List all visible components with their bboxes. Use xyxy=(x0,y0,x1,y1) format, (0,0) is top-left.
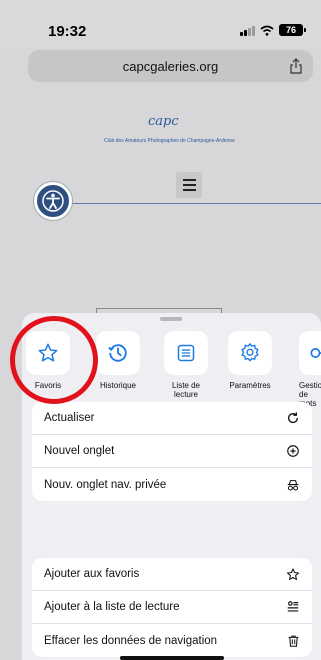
incognito-icon xyxy=(287,479,299,491)
menu-item-nouv-onglet-prive[interactable]: Nouv. onglet nav. privée xyxy=(32,468,312,501)
menu-item-label: Ajouter aux favoris xyxy=(44,568,140,580)
club-name: Club des Amateurs Photographes de Champa… xyxy=(104,138,235,144)
quick-action-label: Historique xyxy=(99,381,136,390)
menu-group-page-actions: Actualiser Nouvel onglet Nouv. onglet na… xyxy=(32,402,312,501)
share-icon[interactable] xyxy=(289,58,303,74)
menu-item-actualiser[interactable]: Actualiser xyxy=(32,402,312,435)
battery-indicator: 76 xyxy=(279,24,306,36)
highlight-circle-annotation xyxy=(10,316,98,404)
clock-icon xyxy=(108,344,127,362)
quick-action-parametres[interactable]: Paramètres xyxy=(220,331,280,390)
header-divider xyxy=(40,203,321,204)
quick-action-gestion-de-mots[interactable]: Gestion de mots xyxy=(283,331,321,408)
menu-item-ajouter-liste-lecture[interactable]: Ajouter à la liste de lecture xyxy=(32,591,312,624)
menu-item-nouvel-onglet[interactable]: Nouvel onglet xyxy=(32,435,312,468)
quick-action-label: Liste de lecture xyxy=(171,381,201,399)
menu-item-label: Nouvel onglet xyxy=(44,445,115,457)
site-logo: capc xyxy=(148,114,179,129)
url-text: capcgaleries.org xyxy=(122,58,219,74)
list-icon xyxy=(177,344,195,362)
status-icons: 76 xyxy=(240,24,306,36)
reading-list-icon xyxy=(287,601,299,612)
menu-item-label: Ajouter à la liste de lecture xyxy=(44,601,180,613)
plus-circle-icon xyxy=(287,445,299,457)
accessibility-button[interactable] xyxy=(34,182,72,220)
menu-item-label: Actualiser xyxy=(44,412,95,424)
clock-time: 19:32 xyxy=(48,23,87,40)
quick-action-liste-de-lecture[interactable]: Liste de lecture xyxy=(156,331,216,399)
key-icon xyxy=(310,348,321,358)
wifi-icon xyxy=(260,25,274,36)
menu-item-label: Effacer les données de navigation xyxy=(44,634,218,647)
hamburger-menu-button[interactable] xyxy=(176,172,202,198)
menu-item-label: Nouv. onglet nav. privée xyxy=(44,478,167,491)
address-bar[interactable]: capcgaleries.org xyxy=(28,50,313,82)
star-icon xyxy=(286,567,300,580)
status-bar: 19:32 76 xyxy=(0,0,321,48)
trash-icon xyxy=(288,635,298,647)
reload-icon xyxy=(287,412,299,424)
cellular-signal-icon xyxy=(240,25,255,36)
home-indicator[interactable] xyxy=(120,656,224,660)
quick-action-label: Paramètres xyxy=(229,381,271,390)
menu-item-ajouter-favoris[interactable]: Ajouter aux favoris xyxy=(32,558,312,591)
accessibility-icon xyxy=(42,190,64,212)
menu-item-effacer-donnees[interactable]: Effacer les données de navigation xyxy=(32,624,312,657)
menu-group-bookmark-actions: Ajouter aux favoris Ajouter à la liste d… xyxy=(32,558,312,657)
gear-icon xyxy=(241,343,259,362)
sheet-grabber[interactable] xyxy=(160,317,182,321)
